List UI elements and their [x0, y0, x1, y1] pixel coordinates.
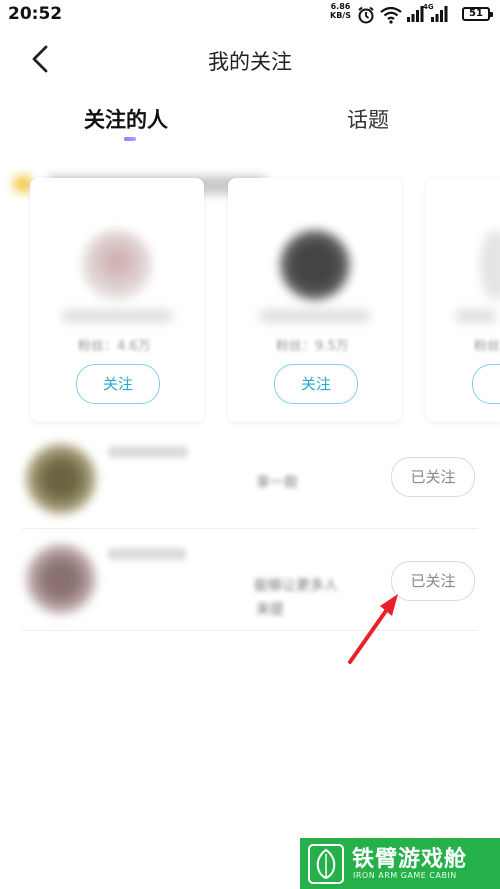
watermark-banner: 铁臂游戏舱 IRON ARM GAME CABIN	[300, 838, 500, 889]
status-time: 20:52	[8, 4, 63, 24]
battery-icon: 51	[462, 7, 493, 21]
watermark-title: 铁臂游戏舱	[352, 847, 468, 872]
user-intro-snippet-line2: 来提	[256, 602, 284, 618]
page-title: 我的关注	[208, 50, 292, 74]
watermark-subtitle: IRON ARM GAME CABIN	[353, 871, 457, 880]
fans-count: 粉丝：4.6万	[78, 339, 151, 354]
recommend-name-blurred	[62, 310, 172, 322]
avatar[interactable]	[280, 230, 350, 300]
user-name-blurred	[108, 446, 188, 458]
status-bar: 20:52 6.86 KB/S 4G 51	[0, 0, 500, 30]
avatar[interactable]	[82, 230, 152, 300]
net-speed-value: 6.86	[330, 2, 351, 11]
avatar[interactable]	[26, 544, 96, 614]
alarm-icon	[358, 6, 374, 24]
recommend-name-blurred	[456, 310, 496, 322]
followed-button[interactable]: 已关注	[391, 457, 475, 497]
top-header: 我的关注	[0, 30, 500, 88]
avatar[interactable]	[26, 444, 96, 514]
signal-4g-icon	[431, 6, 448, 22]
follow-button[interactable]	[472, 364, 500, 404]
net-speed-unit: KB/S	[330, 11, 351, 20]
tab-bar: 关注的人 话题	[0, 96, 500, 146]
follow-button[interactable]: 关注	[76, 364, 160, 404]
user-intro-snippet: 享一款	[256, 475, 298, 491]
recommend-name-blurred	[260, 310, 370, 322]
wifi-icon	[380, 6, 402, 24]
follow-button[interactable]: 关注	[274, 364, 358, 404]
user-name-blurred	[108, 548, 186, 560]
fans-count: 粉丝	[474, 339, 500, 354]
user-intro-snippet: 能够让更多人	[254, 578, 338, 594]
signal-icon	[407, 6, 424, 22]
red-arrow-annotation	[348, 594, 398, 664]
tab-topics[interactable]: 话题	[347, 104, 389, 134]
leaf-logo-icon	[308, 844, 344, 884]
tab-following-people[interactable]: 关注的人	[84, 104, 168, 134]
active-tab-indicator	[124, 137, 136, 141]
fans-count: 粉丝：9.5万	[276, 339, 349, 354]
divider	[22, 528, 478, 529]
net-speed: 6.86 KB/S	[330, 2, 351, 20]
